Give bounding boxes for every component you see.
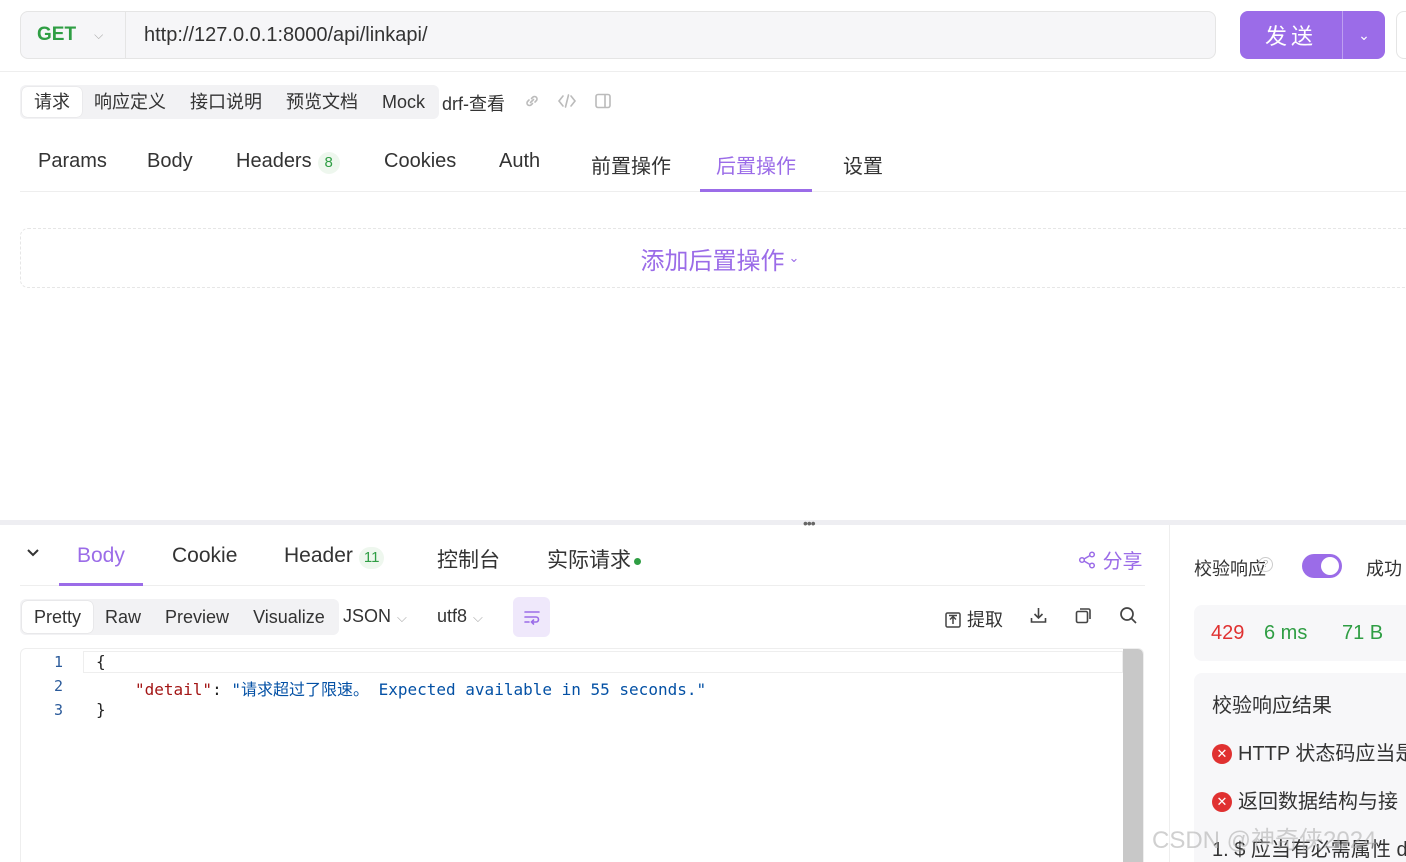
link-icon[interactable]: [522, 92, 542, 112]
copy-icon[interactable]: [1074, 606, 1093, 631]
line-gutter: 1 2 3: [21, 649, 81, 862]
watermark: CSDN @神奇侠2024: [1152, 827, 1377, 854]
add-post-action-label: 添加后置操作: [640, 247, 785, 275]
validation-panel: 校验响应 ? 成功 429 6 ms 71 B 校验响应结果 ✕ HTTP 状态码…: [1169, 525, 1406, 862]
code-line-1: {: [96, 652, 106, 671]
word-wrap-button[interactable]: [513, 597, 550, 637]
res-tab-actual-label: 实际请求: [547, 549, 631, 572]
more-button[interactable]: [1396, 11, 1406, 59]
view-tabs: Pretty Raw Preview Visualize: [20, 599, 339, 635]
response-stats: 429 6 ms 71 B: [1194, 605, 1406, 661]
search-icon[interactable]: [1119, 606, 1138, 631]
code-icon[interactable]: [557, 92, 577, 112]
method-select[interactable]: GET ⌵: [21, 12, 126, 58]
drag-handle-icon[interactable]: •••: [803, 515, 816, 531]
url-input[interactable]: [126, 12, 1215, 58]
chevron-down-icon: ⌵: [473, 610, 483, 625]
error-icon: ✕: [1212, 792, 1232, 812]
chevron-down-icon[interactable]: ⌄: [1343, 27, 1385, 44]
validation-error: ✕ HTTP 状态码应当是: [1212, 737, 1406, 766]
tab-settings[interactable]: 设置: [843, 150, 883, 192]
format-label: JSON: [343, 606, 392, 626]
download-icon[interactable]: [1029, 606, 1048, 631]
response-tabs: Body Cookie Header 11 控制台 实际请求: [20, 530, 1145, 586]
doc-name: drf-查看: [442, 94, 505, 114]
status-code: 429: [1211, 622, 1245, 644]
tab-auth[interactable]: Auth: [499, 150, 540, 192]
validate-toggle[interactable]: [1302, 554, 1342, 578]
response-time: 6 ms: [1264, 622, 1308, 644]
code-line-3: }: [96, 700, 106, 719]
mode-tab-api-doc[interactable]: 接口说明: [178, 87, 274, 117]
help-icon[interactable]: ?: [1258, 557, 1273, 572]
send-button[interactable]: 发送 ⌄: [1240, 11, 1385, 59]
chevron-down-icon: ⌄: [788, 250, 800, 265]
url-bar: GET ⌵: [20, 11, 1216, 59]
res-tab-header[interactable]: Header 11: [284, 544, 385, 586]
tab-headers-label: Headers: [236, 150, 312, 172]
json-colon: :: [212, 680, 232, 699]
line-number: 3: [53, 701, 63, 719]
mode-tab-preview-doc[interactable]: 预览文档: [274, 87, 370, 117]
validate-response-label: 校验响应: [1194, 559, 1266, 579]
res-tab-body[interactable]: Body: [59, 544, 143, 586]
request-tabs: Params Body Headers 8 Cookies Auth 前置操作 后…: [20, 140, 1406, 192]
tab-post-actions[interactable]: 后置操作: [700, 150, 812, 192]
validate-mode-select[interactable]: 成功: [1366, 555, 1402, 581]
view-visualize[interactable]: Visualize: [241, 601, 337, 633]
extract-icon: [945, 612, 961, 628]
add-post-action-box[interactable]: 添加后置操作 ⌄: [20, 228, 1406, 288]
wrap-icon: [523, 611, 540, 625]
chevron-down-icon: ⌵: [397, 610, 407, 625]
validation-result-title: 校验响应结果: [1212, 695, 1332, 717]
error-icon: ✕: [1212, 744, 1232, 764]
json-key: "detail": [135, 680, 213, 699]
res-tab-header-label: Header: [284, 544, 353, 567]
encoding-select[interactable]: utf8 ⌵: [437, 606, 483, 627]
tab-cookies[interactable]: Cookies: [384, 150, 456, 192]
encoding-label: utf8: [437, 606, 468, 626]
mode-tab-response-def[interactable]: 响应定义: [82, 87, 178, 117]
res-tab-console[interactable]: 控制台: [437, 544, 500, 586]
scrollbar[interactable]: [1123, 649, 1143, 862]
line-number: 2: [53, 677, 63, 695]
mode-tab-request[interactable]: 请求: [22, 87, 82, 117]
share-icon: [1078, 551, 1096, 569]
tab-params[interactable]: Params: [38, 150, 107, 192]
status-dot: [634, 557, 641, 565]
extract-button[interactable]: 提取: [944, 606, 1003, 632]
view-raw[interactable]: Raw: [93, 601, 153, 633]
response-body-editor[interactable]: 1 2 3 { "detail": "请求超过了限速。 Expected ava…: [20, 648, 1144, 862]
chevron-down-icon: ⌵: [94, 27, 104, 42]
extract-label: 提取: [967, 610, 1004, 630]
format-select[interactable]: JSON ⌵: [343, 606, 407, 627]
validation-error: ✕ 返回数据结构与接: [1212, 785, 1398, 814]
tab-pre-actions[interactable]: 前置操作: [591, 150, 671, 192]
res-tab-cookie[interactable]: Cookie: [172, 544, 237, 586]
header-count-badge: 11: [358, 547, 385, 569]
headers-count-badge: 8: [317, 152, 340, 174]
share-button[interactable]: 分享: [1077, 545, 1143, 574]
panel-icon[interactable]: [593, 92, 613, 112]
view-preview[interactable]: Preview: [153, 601, 241, 633]
response-size: 71 B: [1342, 622, 1384, 644]
mode-tabs: 请求 响应定义 接口说明 预览文档 Mock: [20, 85, 440, 119]
res-tab-actual-request[interactable]: 实际请求: [547, 544, 641, 586]
view-pretty[interactable]: Pretty: [22, 601, 94, 633]
share-label: 分享: [1102, 551, 1143, 573]
line-number: 1: [53, 653, 63, 671]
tab-body[interactable]: Body: [147, 150, 193, 192]
send-label: 发送: [1264, 24, 1317, 49]
json-value: "请求超过了限速。 Expected available in 55 secon…: [231, 680, 707, 699]
tab-headers[interactable]: Headers 8: [236, 150, 340, 192]
mode-tab-mock[interactable]: Mock: [370, 87, 437, 117]
method-label: GET: [37, 24, 77, 45]
divider: [0, 71, 1406, 72]
code-line-2: "detail": "请求超过了限速。 Expected available i…: [135, 676, 706, 700]
